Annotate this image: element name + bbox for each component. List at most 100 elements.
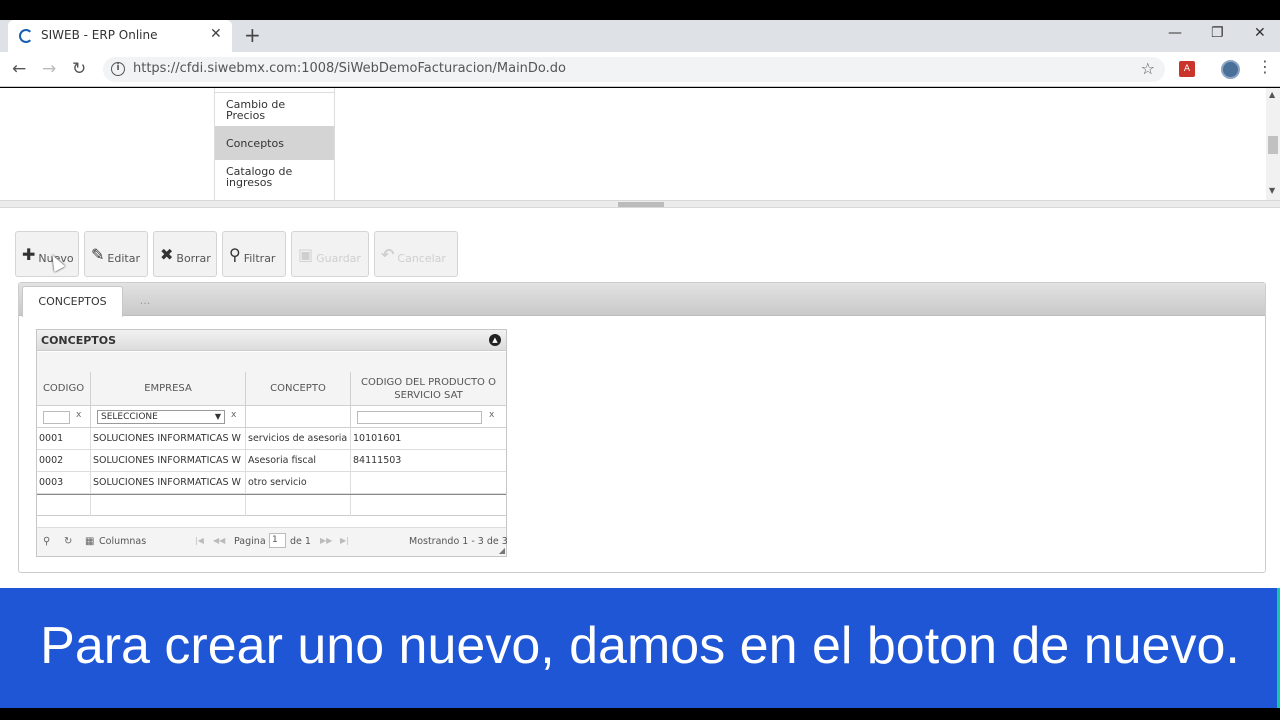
filter-empresa-clear[interactable]: x [231,410,236,420]
filter-cell-concepto [246,406,351,427]
splitter-grip[interactable] [618,202,664,207]
tab-more[interactable]: ... [125,286,165,315]
filter-codigo-input[interactable] [43,411,70,424]
cancelar-button[interactable]: ↶ Cancelar [374,231,458,277]
grid-caption: CONCEPTOS ▲ [37,330,506,351]
guardar-button[interactable]: ▣ Guardar [291,231,369,277]
address-bar: ← → ↻ i https://cfdi.siwebmx.com:1008/Si… [0,52,1280,87]
search-icon[interactable]: ⚲ [43,536,50,547]
back-icon[interactable]: ← [12,59,26,79]
filter-empresa-value: SELECCIONE [101,412,158,422]
scroll-up-icon[interactable]: ▲ [1269,90,1275,99]
side-menu: Cambio de Precios Conceptos Catalogo de … [214,88,335,200]
caption-text: Para crear uno nuevo, damos en el boton … [40,617,1240,675]
close-tab-icon[interactable]: ✕ [210,26,222,42]
cell-sat: 10101601 [353,433,402,444]
menu-scrollbar[interactable]: ▲ ▼ [1266,88,1280,200]
cell-codigo: 0003 [37,472,91,493]
columns-label[interactable]: Columnas [99,536,146,547]
table-row[interactable]: 0002 SOLUCIONES INFORMATICAS W Asesoria … [37,450,506,472]
menu-pane: Cambio de Precios Conceptos Catalogo de … [0,88,1266,200]
cell-sat [351,472,506,493]
scroll-thumb[interactable] [1268,136,1278,154]
filter-sat-clear[interactable]: x [489,410,494,420]
page-number-input[interactable]: 1 [269,533,286,548]
new-tab-icon[interactable]: + [244,23,261,47]
pencil-icon: ✎ [91,244,105,264]
col-header-codigo[interactable]: CODIGO [37,372,91,406]
page-of-label: de 1 [290,536,311,547]
menu-item-conceptos[interactable]: Conceptos [215,126,334,160]
site-favicon-icon [19,29,33,43]
columns-icon[interactable]: ▦ [85,536,94,547]
cell-concepto: servicios de asesoria fi [246,428,351,449]
prev-page-icon[interactable]: ◀◀ [213,536,225,545]
records-info: Mostrando 1 - 3 de 3 [409,536,508,547]
cell-empty [37,495,91,516]
cell-codigo: 0002 [37,450,91,471]
cell-sat: 84111503 [353,455,402,466]
url-field[interactable]: i https://cfdi.siwebmx.com:1008/SiWebDem… [103,57,1165,82]
cancelar-label: Cancelar [397,252,446,265]
filtrar-button[interactable]: ⚲ Filtrar [222,231,286,277]
table-row[interactable]: 0003 SOLUCIONES INFORMATICAS W otro serv… [37,472,506,494]
borrar-label: Borrar [176,252,211,265]
conceptos-grid: CONCEPTOS ▲ CODIGO EMPRESA CONCEPTO CODI… [36,329,508,557]
plus-icon: ✚ [22,244,36,264]
refresh-icon[interactable]: ↻ [64,536,72,547]
search-icon: ⚲ [229,244,241,264]
screen: SIWEB - ERP Online ✕ + — ❐ ✕ ← → ↻ i htt… [0,0,1280,720]
tab-panel: CONCEPTOS ... CONCEPTOS ▲ CODIGO EMPRESA… [18,282,1266,573]
cell-empresa: SOLUCIONES INFORMATICAS W [91,472,246,493]
undo-icon: ↶ [381,244,395,264]
cell-empty [91,495,246,516]
next-page-icon[interactable]: ▶▶ [320,536,332,545]
filtrar-label: Filtrar [243,252,276,265]
page-content: Cambio de Precios Conceptos Catalogo de … [0,88,1280,588]
table-row-empty [37,494,506,516]
cell-codigo: 0001 [37,428,91,449]
grid-pager: ⚲ ↻ ▦ Columnas |◀ ◀◀ Pagina 1 de 1 ▶▶ ▶|… [37,527,508,556]
delete-x-icon: ✖ [160,244,174,264]
menu-item-cambio-de-precios[interactable]: Cambio de Precios [215,92,334,126]
dropdown-arrow-icon: ▼ [214,412,221,421]
resize-handle-icon[interactable]: ◢ [499,546,505,555]
last-page-icon[interactable]: ▶| [340,536,349,545]
cell-empresa: SOLUCIONES INFORMATICAS W [91,428,246,449]
tab-conceptos[interactable]: CONCEPTOS [22,286,123,317]
caption-banner: Para crear uno nuevo, damos en el boton … [0,588,1280,708]
grid-title: CONCEPTOS [41,334,117,347]
collapse-icon[interactable]: ▲ [489,334,501,346]
pdf-extension-icon[interactable]: A [1179,61,1195,77]
menu-item-catalogo-de-ingresos[interactable]: Catalogo de ingresos [215,160,305,194]
col-header-empresa[interactable]: EMPRESA [91,372,246,406]
bookmark-star-icon[interactable]: ☆ [1141,59,1155,78]
info-icon[interactable]: i [111,62,125,76]
first-page-icon[interactable]: |◀ [195,536,204,545]
col-header-sat[interactable]: CODIGO DEL PRODUCTO O SERVICIO SAT [351,372,506,406]
page-label: Pagina [234,536,266,547]
menu-kebab-icon[interactable]: ⋮ [1257,57,1273,76]
reload-icon[interactable]: ↻ [72,59,86,79]
borrar-button[interactable]: ✖ Borrar [153,231,217,277]
guardar-label: Guardar [316,252,361,265]
restore-icon[interactable]: ❐ [1211,25,1224,41]
close-window-icon[interactable]: ✕ [1254,25,1266,41]
editar-button[interactable]: ✎ Editar [84,231,148,277]
filter-empresa-select[interactable]: SELECCIONE ▼ [97,410,225,424]
col-header-concepto[interactable]: CONCEPTO [246,372,351,406]
browser-tab-bar: SIWEB - ERP Online ✕ + — ❐ ✕ [0,20,1280,52]
filter-codigo-clear[interactable]: x [76,410,81,420]
url-text: https://cfdi.siwebmx.com:1008/SiWebDemoF… [133,61,566,76]
table-row[interactable]: 0001 SOLUCIONES INFORMATICAS W servicios… [37,428,506,450]
forward-icon[interactable]: → [42,59,56,79]
tab-title: SIWEB - ERP Online [41,28,158,42]
browser-tab[interactable]: SIWEB - ERP Online ✕ [8,20,232,52]
profile-avatar[interactable] [1221,60,1240,79]
pane-splitter[interactable] [0,200,1280,208]
minimize-icon[interactable]: — [1168,25,1182,41]
scroll-down-icon[interactable]: ▼ [1269,186,1275,195]
nuevo-button[interactable]: ✚ Nuevo [15,231,79,277]
cell-empty [246,495,351,516]
filter-sat-input[interactable] [357,411,482,424]
